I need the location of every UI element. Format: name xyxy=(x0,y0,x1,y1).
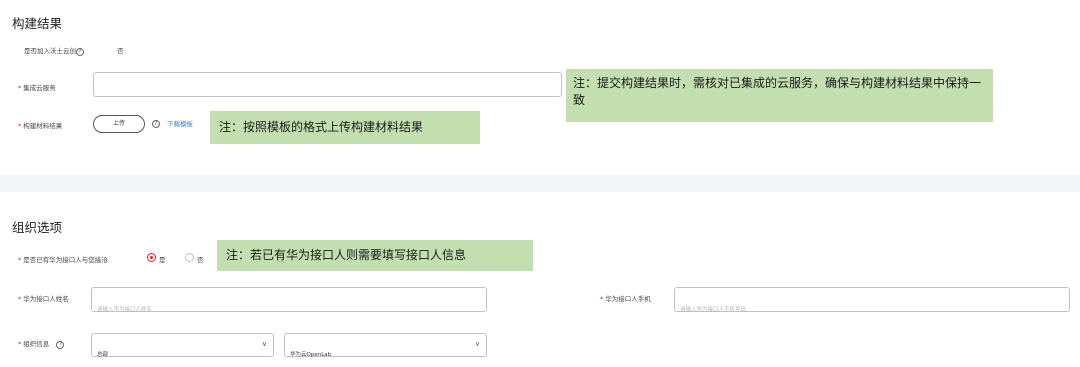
required-mark: * xyxy=(18,256,22,264)
section-divider xyxy=(0,175,1080,192)
help-icon[interactable]: ? xyxy=(152,120,160,128)
section-title-org-options: 组织选项 xyxy=(12,220,63,235)
org-select-1-value: 总部 xyxy=(97,352,109,358)
contact-question-label: * 是否已有华为接口人与您接洽 xyxy=(18,254,108,264)
note-contact: 注：若已有华为接口人则需要填写接口人信息 xyxy=(217,240,533,271)
download-template-link[interactable]: 下载模板 xyxy=(167,118,193,128)
org-info-label: * 组织信息 ? xyxy=(18,338,65,349)
help-icon[interactable]: ? xyxy=(56,341,65,349)
contact-phone-input[interactable]: 请输入华为接口人手机号码 xyxy=(674,287,1070,313)
integrated-service-label: * 集成云服务 xyxy=(18,82,56,92)
required-mark: * xyxy=(18,295,22,303)
required-mark: * xyxy=(18,84,22,92)
required-mark: * xyxy=(18,122,22,130)
help-icon[interactable]: ? xyxy=(76,48,84,56)
join-label-text: 是否加入沃土云创 xyxy=(24,47,76,55)
material-result-label: * 构建材料结果 xyxy=(18,120,62,130)
contact-phone-label: * 华为接口人手机 xyxy=(600,293,651,303)
material-result-label-text: 构建材料结果 xyxy=(23,122,63,130)
note-submit: 注：提交构建结果时，需核对已集成的云服务，确保与构建材料结果中保持一致 xyxy=(566,69,993,122)
contact-name-input[interactable]: 请输入华为接口人姓名 xyxy=(91,287,487,313)
chevron-down-icon: ∨ xyxy=(474,340,480,348)
join-label: 是否加入沃土云创? xyxy=(24,45,84,56)
radio-no-label[interactable]: 否 xyxy=(197,254,204,264)
radio-yes-label[interactable]: 是 xyxy=(159,254,166,264)
org-select-1[interactable]: 总部 ∨ xyxy=(91,333,274,358)
required-mark: * xyxy=(600,295,604,303)
contact-phone-placeholder: 请输入华为接口人手机号码 xyxy=(680,307,747,313)
integrated-service-input[interactable] xyxy=(93,72,562,97)
integrated-service-label-text: 集成云服务 xyxy=(23,84,56,92)
contact-name-label: * 华为接口人姓名 xyxy=(18,293,69,303)
org-select-2-value: 华为云OpenLab xyxy=(290,352,332,358)
chevron-down-icon: ∨ xyxy=(261,340,267,348)
join-value: 否 xyxy=(117,47,124,55)
radio-yes[interactable] xyxy=(147,253,156,262)
required-mark: * xyxy=(18,340,22,348)
note-upload: 注：按照模板的格式上传构建材料结果 xyxy=(210,111,480,144)
upload-button[interactable]: 上传 xyxy=(93,115,145,133)
contact-name-label-text: 华为接口人姓名 xyxy=(23,295,69,303)
org-select-2[interactable]: 华为云OpenLab ∨ xyxy=(284,333,487,358)
section-title-build-result: 构建结果 xyxy=(12,16,63,31)
org-info-label-text: 组织信息 xyxy=(23,340,50,348)
contact-name-placeholder: 请输入华为接口人姓名 xyxy=(97,307,153,313)
contact-phone-label-text: 华为接口人手机 xyxy=(605,295,651,303)
radio-no[interactable] xyxy=(185,253,194,262)
contact-question-text: 是否已有华为接口人与您接洽 xyxy=(23,256,108,264)
